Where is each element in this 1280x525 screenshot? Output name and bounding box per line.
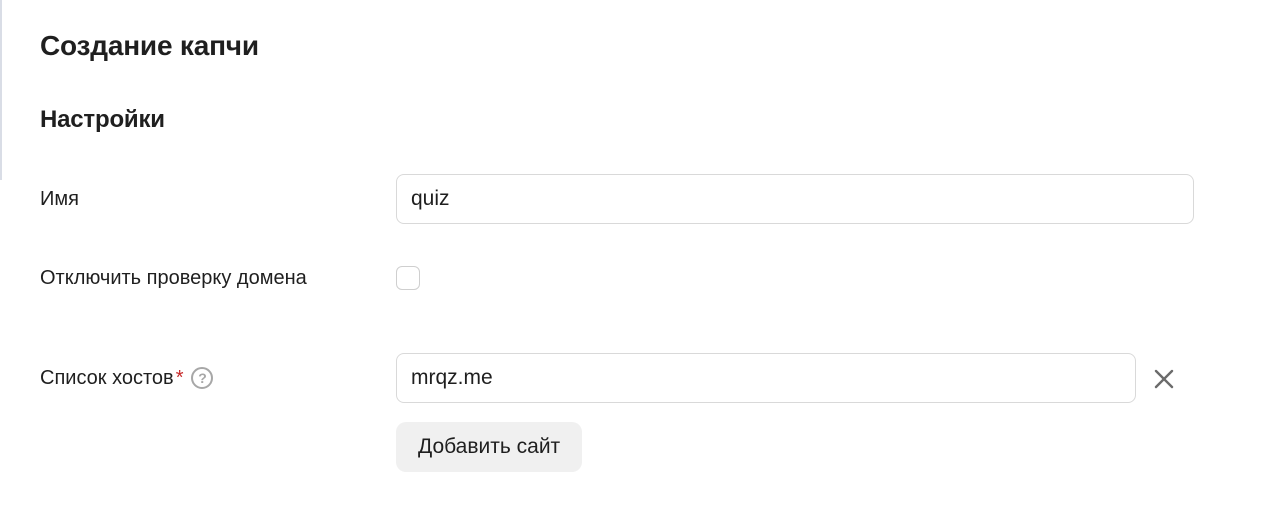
left-divider <box>0 0 2 180</box>
add-site-button[interactable]: Добавить сайт <box>396 422 583 472</box>
help-icon[interactable]: ? <box>191 367 214 389</box>
captcha-create-page: Создание капчи Настройки Имя Отключить п… <box>0 0 1280 525</box>
disable-domain-check-label: Отключить проверку домена <box>40 267 307 289</box>
page-title: Создание капчи <box>40 30 259 61</box>
hosts-label-row: Список хостов * ? <box>40 365 214 391</box>
close-icon[interactable] <box>1152 367 1176 391</box>
name-label: Имя <box>40 188 79 210</box>
settings-section-title: Настройки <box>40 106 165 133</box>
required-star: * <box>175 367 184 389</box>
disable-domain-check-checkbox[interactable] <box>396 266 420 290</box>
name-input[interactable] <box>396 174 1194 224</box>
hosts-label: Список хостов <box>40 367 174 389</box>
host-input[interactable] <box>396 353 1136 403</box>
